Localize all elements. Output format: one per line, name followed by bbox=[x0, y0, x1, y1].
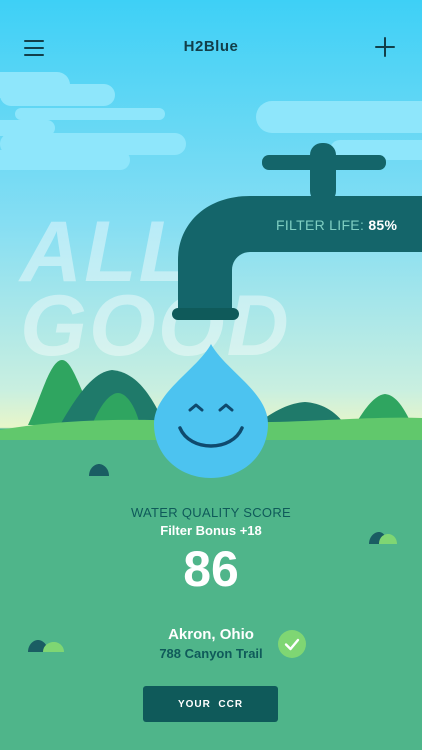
cloud-left-3 bbox=[15, 108, 165, 120]
app-title: H2Blue bbox=[183, 38, 239, 55]
plus-icon[interactable] bbox=[374, 36, 396, 58]
app-screen: ALL GOOD FILTER LIFE: 85% H2Blue WATER Q… bbox=[0, 0, 422, 750]
checkmark-icon[interactable] bbox=[278, 630, 306, 658]
bush-decoration-3 bbox=[28, 640, 64, 652]
cloud-right-1 bbox=[256, 101, 422, 133]
cloud-left-6 bbox=[0, 150, 130, 170]
location-city: Akron, Ohio bbox=[168, 626, 254, 643]
checkmark-glyph bbox=[284, 638, 300, 651]
your-ccr-button[interactable]: YOUR CCR bbox=[143, 686, 278, 722]
water-drop-mascot bbox=[154, 344, 268, 478]
filter-life-indicator: FILTER LIFE: 85% bbox=[276, 217, 397, 233]
filter-life-value: 85% bbox=[368, 217, 398, 233]
filter-bonus: Filter Bonus +18 bbox=[160, 523, 262, 538]
your-ccr-button-label: YOUR CCR bbox=[177, 698, 244, 710]
water-quality-score-label: WATER QUALITY SCORE bbox=[130, 505, 292, 520]
water-quality-score-value: 86 bbox=[183, 541, 239, 597]
bush-decoration-1 bbox=[89, 464, 109, 476]
location-street: 788 Canyon Trail bbox=[159, 646, 263, 661]
filter-life-label: FILTER LIFE: bbox=[276, 217, 365, 233]
